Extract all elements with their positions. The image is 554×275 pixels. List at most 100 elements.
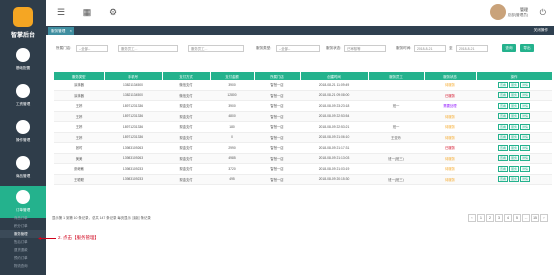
sub-item-logistics[interactable]: 物流查询 bbox=[0, 262, 46, 270]
row-action-button[interactable]: 查看 bbox=[497, 144, 508, 151]
row-action-button[interactable]: 查看 bbox=[497, 123, 508, 130]
row-actions[interactable]: 查看 服务 详情 bbox=[476, 132, 552, 143]
page-button[interactable]: 1 bbox=[477, 214, 485, 222]
row-action-button[interactable]: 服务 bbox=[508, 113, 519, 120]
row-actions[interactable]: 查看 服务 详情 bbox=[476, 80, 552, 91]
menu-toggle-icon[interactable]: ☰ bbox=[56, 7, 66, 17]
row-action-button[interactable]: 服务 bbox=[508, 102, 519, 109]
row-action-button[interactable]: 查看 bbox=[497, 176, 508, 183]
sub-item-booking[interactable]: 预约订单 bbox=[0, 254, 46, 262]
row-action-button[interactable]: 详情 bbox=[520, 92, 531, 99]
date-from-input[interactable]: 2018-8-21 bbox=[414, 45, 446, 52]
page-button[interactable]: 5 bbox=[513, 214, 521, 222]
search-button[interactable]: 查询 bbox=[502, 44, 516, 52]
service-type-input[interactable]: 服务员工... bbox=[118, 45, 178, 52]
page-button[interactable]: 3 bbox=[495, 214, 503, 222]
sidebar-item-salary[interactable]: 工资管理 bbox=[0, 80, 46, 112]
row-action-button[interactable]: 详情 bbox=[520, 134, 531, 141]
row-action-button[interactable]: 详情 bbox=[520, 113, 531, 120]
page-button[interactable]: 4 bbox=[504, 214, 512, 222]
tab-service-mgmt[interactable]: 服务管理 × bbox=[48, 27, 74, 35]
row-actions[interactable]: 查看 服务 详情 bbox=[476, 163, 552, 175]
row-action-button[interactable]: 详情 bbox=[520, 81, 531, 88]
sub-item-points-orders[interactable]: 积分订单 bbox=[0, 222, 46, 230]
page-button[interactable]: 15 bbox=[531, 214, 539, 222]
row-action-button[interactable]: 服务 bbox=[508, 123, 519, 130]
row-action-button[interactable]: 服务 bbox=[508, 155, 519, 162]
close-operations-button[interactable]: 关闭操作 bbox=[534, 26, 548, 35]
row-action-button[interactable]: 详情 bbox=[520, 102, 531, 109]
row-action-button[interactable]: 服务 bbox=[508, 81, 519, 88]
date-to-input[interactable]: 2018-8-21 bbox=[456, 45, 488, 52]
sub-item-goods-orders[interactable]: 商品订单 bbox=[0, 214, 46, 222]
row-action-button[interactable]: 详情 bbox=[520, 123, 531, 130]
sidebar: 智掌后台 基础配置 工资管理 操作管理 商品管理 订单管理 商品订单 积分订单 … bbox=[0, 0, 46, 275]
row-actions[interactable]: 查看 服务 详情 bbox=[476, 90, 552, 101]
row-action-button[interactable]: 服务 bbox=[508, 92, 519, 99]
row-action-button[interactable]: 查看 bbox=[497, 92, 508, 99]
table-cell: 2018-08-21 09:08:00 bbox=[300, 90, 368, 101]
row-action-button[interactable]: 详情 bbox=[520, 176, 531, 183]
page-button[interactable]: ... bbox=[522, 214, 530, 222]
avatar[interactable] bbox=[490, 4, 506, 20]
table-cell bbox=[368, 111, 424, 122]
status-badge: 待服务 bbox=[424, 174, 476, 185]
service-table: 服务类型 手机号 支付方式 支付金额 所属门店 创建时间 服务员工 服务状态 操作 涂抹器 138… bbox=[54, 72, 553, 185]
row-actions[interactable]: 查看 服务 详情 bbox=[476, 174, 552, 185]
gear-icon[interactable]: ⚙ bbox=[108, 7, 118, 17]
table-cell: 涂抹器 bbox=[54, 90, 104, 101]
sidebar-item-ops[interactable]: 操作管理 bbox=[0, 116, 46, 148]
user-icon bbox=[16, 156, 30, 170]
power-icon[interactable]: ⏻ bbox=[540, 8, 546, 18]
row-action-button[interactable]: 服务 bbox=[508, 144, 519, 151]
sidebar-item-basic[interactable]: 基础配置 bbox=[0, 44, 46, 76]
table-cell: 2018-08-09 20:15:30 bbox=[300, 174, 368, 185]
export-button[interactable]: 导出 bbox=[520, 44, 534, 52]
pay-select[interactable]: --全部-- bbox=[276, 45, 320, 52]
row-action-button[interactable]: 服务 bbox=[508, 165, 519, 172]
table-cell: 3720 bbox=[210, 163, 254, 175]
employee-input[interactable]: 服务员工... bbox=[188, 45, 244, 52]
row-actions[interactable]: 查看 服务 详情 bbox=[476, 142, 552, 154]
row-action-button[interactable]: 详情 bbox=[520, 155, 531, 162]
column-header: 操作 bbox=[476, 72, 553, 80]
row-action-button[interactable]: 查看 bbox=[497, 81, 508, 88]
table-cell: 18971231336 bbox=[104, 100, 162, 112]
row-actions[interactable]: 查看 服务 详情 bbox=[476, 153, 552, 164]
row-actions[interactable]: 查看 服务 详情 bbox=[476, 111, 552, 122]
table-cell: 王亚玲 bbox=[368, 132, 424, 143]
page-button[interactable]: ‹ bbox=[468, 214, 476, 222]
table-cell: 智慧一店 bbox=[254, 142, 300, 154]
row-action-button[interactable]: 详情 bbox=[520, 144, 531, 151]
table-cell: 现金支付 bbox=[162, 121, 210, 133]
page-button[interactable]: 2 bbox=[486, 214, 494, 222]
row-action-button[interactable]: 查看 bbox=[497, 155, 508, 162]
table-cell: 4985 bbox=[210, 153, 254, 164]
sidebar-item-label: 订单管理 bbox=[15, 208, 31, 212]
grid-icon[interactable]: ▦ bbox=[82, 7, 92, 17]
close-icon[interactable]: × bbox=[70, 27, 72, 35]
table-row: 王婷 18971231336 现金支付 4800 智慧一店 2018-08-09 22:5… bbox=[54, 111, 552, 122]
store-select[interactable]: --全部-- bbox=[76, 45, 108, 52]
row-action-button[interactable]: 查看 bbox=[497, 102, 508, 109]
page-size-select[interactable]: 10 bbox=[131, 216, 140, 220]
table-cell: 0 bbox=[210, 132, 254, 143]
table-cell: 现金支付 bbox=[162, 142, 210, 154]
status-select[interactable]: 已审核等 bbox=[344, 45, 386, 52]
row-action-button[interactable]: 查看 bbox=[497, 165, 508, 172]
sidebar-item-goods[interactable]: 商品管理 bbox=[0, 152, 46, 184]
row-action-button[interactable]: 查看 bbox=[497, 113, 508, 120]
table-cell: 18971231336 bbox=[104, 111, 162, 122]
page-button[interactable]: › bbox=[540, 214, 548, 222]
pagination-info: 显示第 1 到第 10 条记录，总共 147 条记录 每页显示 10 条记录 bbox=[52, 215, 151, 220]
row-actions[interactable]: 查看 服务 详情 bbox=[476, 100, 552, 112]
sub-item-refund[interactable]: 退货退款 bbox=[0, 246, 46, 254]
sidebar-item-label: 操作管理 bbox=[15, 138, 31, 142]
logo-icon bbox=[13, 7, 33, 27]
row-actions[interactable]: 查看 服务 详情 bbox=[476, 121, 552, 133]
row-action-button[interactable]: 查看 bbox=[497, 134, 508, 141]
table-cell bbox=[368, 80, 424, 91]
row-action-button[interactable]: 服务 bbox=[508, 134, 519, 141]
row-action-button[interactable]: 服务 bbox=[508, 176, 519, 183]
row-action-button[interactable]: 详情 bbox=[520, 165, 531, 172]
